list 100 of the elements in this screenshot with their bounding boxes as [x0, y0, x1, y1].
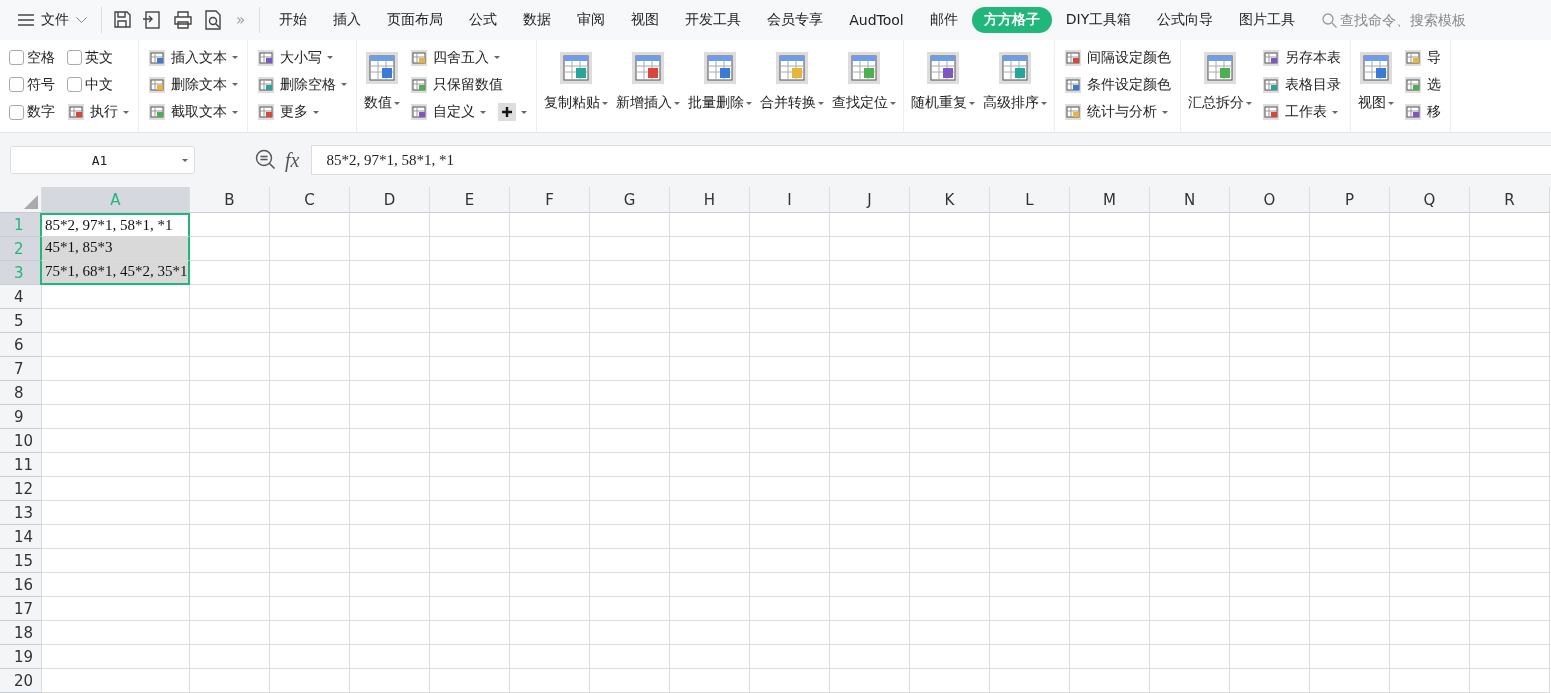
name-box[interactable]: A1	[10, 146, 195, 174]
column-header[interactable]: G	[590, 187, 670, 213]
row-header[interactable]: 19	[0, 645, 42, 669]
toolbar-button[interactable]: 删除文本	[145, 73, 241, 97]
toolbar-button[interactable]: 统计与分析	[1061, 100, 1174, 125]
ribbon-tab[interactable]: 开发工具	[673, 7, 754, 33]
column-header[interactable]: C	[270, 187, 350, 213]
row-header[interactable]: 14	[0, 525, 42, 549]
row-header[interactable]: 18	[0, 621, 42, 645]
search-field[interactable]: 查找命令、搜索模板	[1322, 12, 1491, 28]
column-header[interactable]: R	[1470, 187, 1550, 213]
table-icon	[927, 52, 959, 84]
toolbar-button[interactable]: 数值	[361, 44, 403, 126]
toolbar-button[interactable]: 合并转换	[757, 44, 827, 126]
toolbar-button[interactable]: 选	[1401, 73, 1444, 97]
print-icon[interactable]	[173, 10, 193, 30]
row-header[interactable]: 9	[0, 405, 42, 429]
toolbar-button[interactable]: 汇总拆分	[1185, 44, 1255, 126]
toolbar-button[interactable]: 视图	[1355, 44, 1397, 126]
row-header[interactable]: 15	[0, 549, 42, 573]
column-header[interactable]: O	[1230, 187, 1310, 213]
toolbar-button[interactable]: 执行	[64, 100, 132, 125]
row-header[interactable]: 5	[0, 309, 42, 333]
toolbar-button[interactable]: 导	[1401, 45, 1444, 70]
caret-icon	[890, 101, 896, 105]
export-icon[interactable]	[143, 10, 163, 30]
toolbar-button[interactable]: 条件设定颜色	[1061, 73, 1174, 97]
column-header[interactable]: B	[190, 187, 270, 213]
ribbon-tab[interactable]: 数据	[511, 7, 564, 33]
formula-field[interactable]: 85*2, 97*1, 58*1, *1	[311, 145, 1551, 175]
column-header[interactable]: K	[910, 187, 990, 213]
column-header[interactable]: N	[1150, 187, 1230, 213]
file-menu-button[interactable]: 文件	[0, 5, 95, 35]
toolbar-button[interactable]: 大小写	[254, 45, 350, 70]
ribbon-tab[interactable]: 会员专享	[755, 7, 836, 33]
toolbar-button[interactable]: 四舍五入	[407, 45, 530, 70]
toolbar-button[interactable]: 工作表	[1259, 100, 1344, 125]
row-header[interactable]: 4	[0, 285, 42, 309]
row-header[interactable]: 11	[0, 453, 42, 477]
toolbar-button[interactable]: 随机重复	[908, 44, 978, 126]
column-header[interactable]: L	[990, 187, 1070, 213]
row-header[interactable]: 20	[0, 669, 42, 693]
ribbon-tab[interactable]: 插入	[321, 7, 374, 33]
column-header[interactable]: J	[830, 187, 910, 213]
row-header[interactable]: 12	[0, 477, 42, 501]
toolbar-button[interactable]: 查找定位	[829, 44, 899, 126]
function-button[interactable]: fx	[285, 148, 300, 172]
table-icon	[1262, 48, 1280, 67]
ribbon-tab[interactable]: 公式	[457, 7, 510, 33]
checkbox[interactable]	[9, 104, 24, 120]
column-header[interactable]: M	[1070, 187, 1150, 213]
checkbox[interactable]	[67, 77, 82, 93]
toolbar-button[interactable]: 高级排序	[980, 44, 1050, 126]
row-header[interactable]: 8	[0, 381, 42, 405]
table-icon	[67, 103, 85, 122]
ribbon-tab[interactable]: 页面布局	[375, 7, 456, 33]
toolbar-button[interactable]: 批量删除	[685, 44, 755, 126]
save-icon[interactable]	[113, 10, 133, 30]
row-header[interactable]: 13	[0, 501, 42, 525]
checkbox[interactable]	[9, 77, 24, 93]
toolbar-button[interactable]: 另存本表	[1259, 45, 1344, 70]
toolbar-button[interactable]: 自定义	[407, 100, 489, 125]
toolbar-button[interactable]: 间隔设定颜色	[1061, 45, 1174, 70]
ribbon-tab[interactable]: 开始	[267, 7, 320, 33]
row-header[interactable]: 17	[0, 597, 42, 621]
toolbar-button[interactable]: 移	[1401, 100, 1444, 125]
ribbon-tab[interactable]: AudTool	[837, 7, 916, 33]
toolbar-button[interactable]: 复制粘贴	[541, 44, 611, 126]
ribbon-tab[interactable]: 邮件	[917, 7, 970, 33]
zoom-icon[interactable]	[255, 149, 277, 171]
caret-icon	[521, 110, 527, 114]
ribbon-tab[interactable]: 视图	[619, 7, 672, 33]
toolbar-button[interactable]: 插入文本	[145, 45, 241, 70]
table-icon	[257, 103, 275, 122]
ribbon-tab[interactable]: 公式向导	[1145, 7, 1226, 33]
toolbar-button[interactable]: 删除空格	[254, 73, 350, 97]
checkbox[interactable]	[67, 50, 82, 66]
column-header[interactable]: D	[350, 187, 430, 213]
toolbar-button[interactable]: 表格目录	[1259, 73, 1344, 97]
caret-icon	[182, 158, 188, 162]
ribbon-tab[interactable]: DIY工具箱	[1053, 7, 1144, 33]
column-header[interactable]: I	[750, 187, 830, 213]
print-preview-icon[interactable]	[203, 10, 223, 30]
toolbar-button[interactable]: 只保留数值	[407, 73, 530, 97]
column-header[interactable]: E	[430, 187, 510, 213]
row-header[interactable]: 6	[0, 333, 42, 357]
caret-icon	[818, 101, 824, 105]
column-header[interactable]: F	[510, 187, 590, 213]
column-header[interactable]: H	[670, 187, 750, 213]
column-header[interactable]: P	[1310, 187, 1390, 213]
toolbar-button[interactable]: 截取文本	[145, 100, 241, 125]
row-header[interactable]: 16	[0, 573, 42, 597]
toolbar-button[interactable]: 新增插入	[613, 44, 683, 126]
ribbon-tab[interactable]: 图片工具	[1227, 7, 1308, 33]
checkbox[interactable]	[9, 50, 24, 66]
ribbon-tab[interactable]: 审阅	[565, 7, 618, 33]
row-header[interactable]: 10	[0, 429, 42, 453]
column-header[interactable]: Q	[1390, 187, 1470, 213]
toolbar-button[interactable]: 更多	[254, 100, 350, 125]
row-header[interactable]: 7	[0, 357, 42, 381]
